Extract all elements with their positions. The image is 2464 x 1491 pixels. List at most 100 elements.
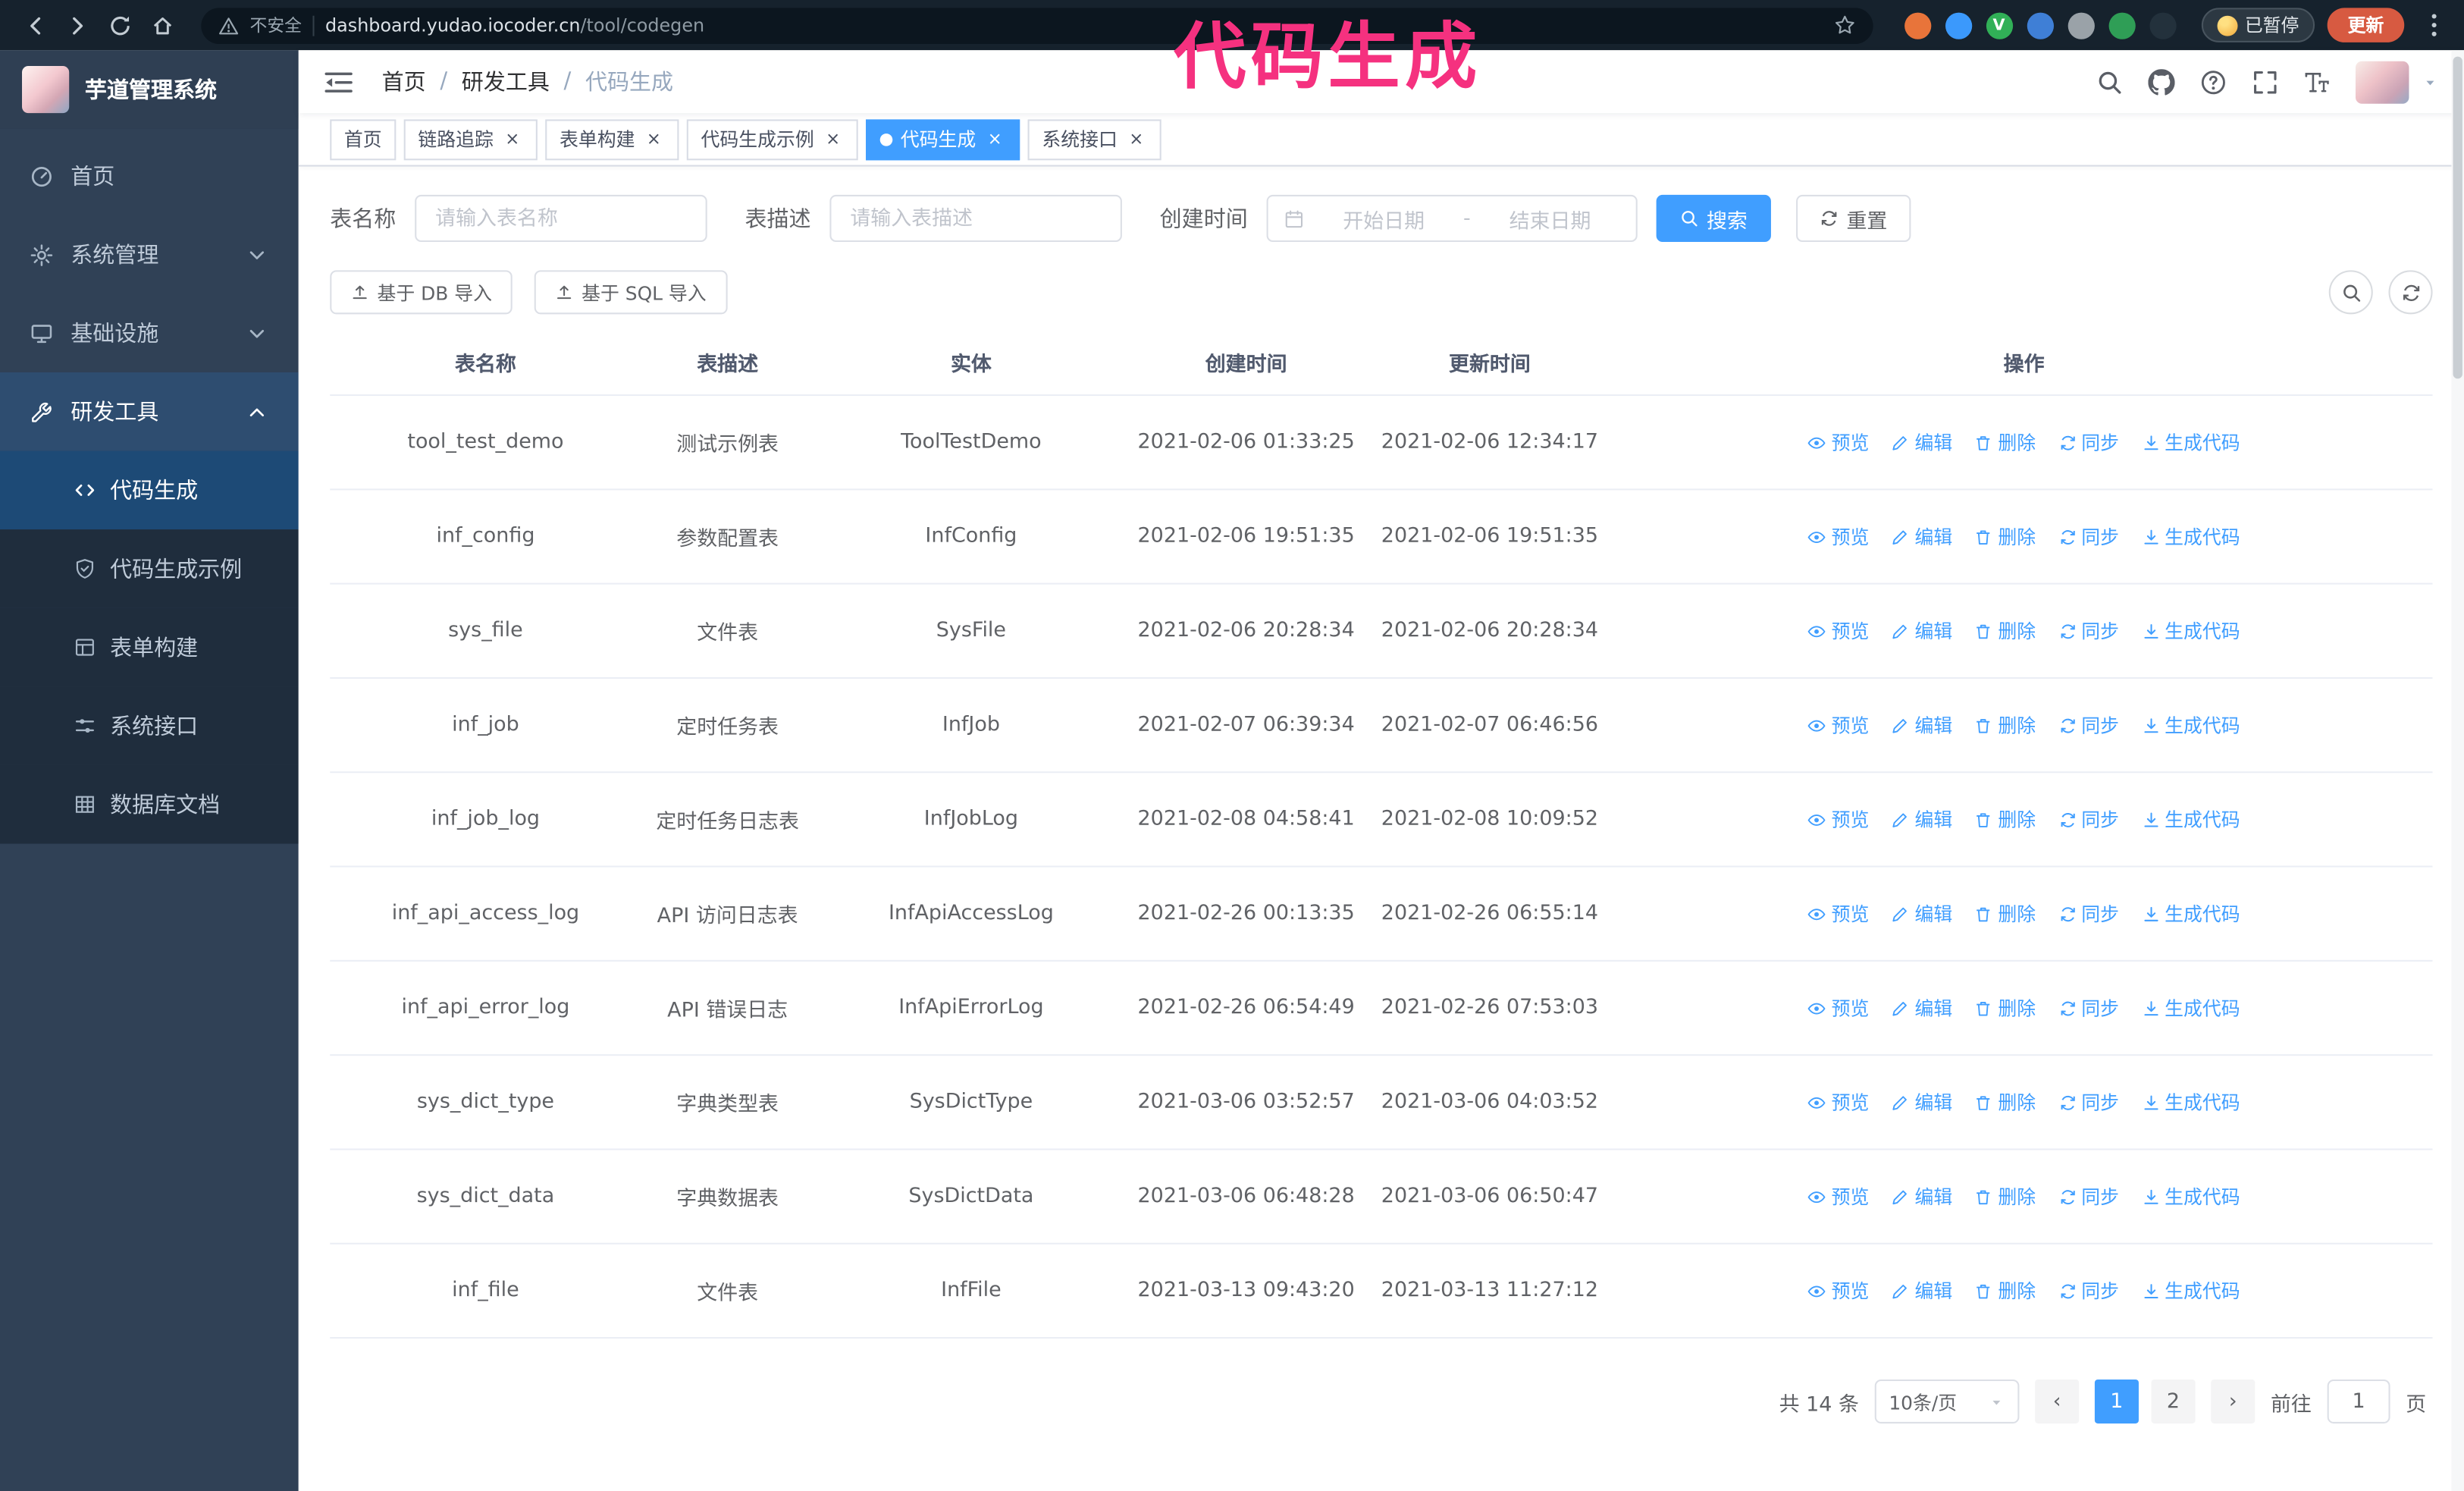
preview-link[interactable]: 预览 — [1808, 711, 1869, 738]
back-button[interactable] — [16, 5, 55, 45]
fox-extension-icon[interactable] — [1904, 11, 1931, 39]
delete-link[interactable]: 删除 — [1974, 994, 2036, 1021]
tab-home[interactable]: 首页 — [330, 118, 397, 160]
goto-page-input[interactable] — [2327, 1379, 2390, 1424]
reload-button[interactable] — [101, 5, 140, 45]
browser-home-button[interactable] — [143, 5, 183, 45]
breadcrumb-item-dev-tools[interactable]: 研发工具 — [462, 66, 550, 97]
prev-page-button[interactable]: ‹ — [2035, 1379, 2080, 1424]
green-v-extension-icon[interactable]: V — [1985, 11, 2013, 39]
edit-link[interactable]: 编辑 — [1891, 429, 1952, 456]
tab-codegen-example[interactable]: 代码生成示例 × — [686, 118, 858, 160]
edit-link[interactable]: 编辑 — [1891, 806, 1952, 833]
delete-link[interactable]: 删除 — [1974, 711, 2036, 738]
tab-form-builder[interactable]: 表单构建 × — [545, 118, 679, 160]
generate-code-link[interactable]: 生成代码 — [2141, 1277, 2240, 1304]
delete-link[interactable]: 删除 — [1974, 429, 2036, 456]
user-avatar[interactable] — [2355, 60, 2409, 103]
preview-link[interactable]: 预览 — [1808, 1183, 1869, 1210]
sync-link[interactable]: 同步 — [2058, 429, 2119, 456]
edit-link[interactable]: 编辑 — [1891, 523, 1952, 550]
edit-link[interactable]: 编辑 — [1891, 617, 1952, 644]
edit-link[interactable]: 编辑 — [1891, 900, 1952, 927]
address-bar[interactable]: 不安全 dashboard.yudao.iocoder.cn/tool/code… — [201, 7, 1873, 43]
update-button[interactable]: 更新 — [2327, 8, 2405, 42]
preview-link[interactable]: 预览 — [1808, 1277, 1869, 1304]
reset-button[interactable]: 重置 — [1796, 194, 1911, 243]
generate-code-link[interactable]: 生成代码 — [2141, 806, 2240, 833]
tab-close-icon[interactable]: × — [643, 128, 665, 150]
sync-link[interactable]: 同步 — [2058, 617, 2119, 644]
sync-link[interactable]: 同步 — [2058, 994, 2119, 1021]
tab-tracer[interactable]: 链路追踪 × — [403, 118, 538, 160]
preview-link[interactable]: 预览 — [1808, 1089, 1869, 1116]
date-range-picker[interactable]: 开始日期 - 结束日期 — [1266, 194, 1638, 243]
generate-code-link[interactable]: 生成代码 — [2141, 994, 2240, 1021]
generate-code-link[interactable]: 生成代码 — [2141, 900, 2240, 927]
tab-close-icon[interactable]: × — [501, 128, 523, 150]
scrollbar-thumb[interactable] — [2453, 56, 2462, 379]
edit-link[interactable]: 编辑 — [1891, 1277, 1952, 1304]
table-desc-input[interactable] — [829, 194, 1122, 243]
toggle-search-button[interactable] — [2328, 270, 2373, 315]
sidebar-subitem-form-builder[interactable]: 表单构建 — [0, 607, 299, 687]
browser-menu-icon[interactable] — [2420, 11, 2448, 39]
delete-link[interactable]: 删除 — [1974, 1089, 2036, 1116]
preview-link[interactable]: 预览 — [1808, 523, 1869, 550]
sidebar-item-system-mgmt[interactable]: 系统管理 — [0, 215, 299, 294]
leaf-extension-icon[interactable] — [2108, 11, 2135, 39]
generate-code-link[interactable]: 生成代码 — [2141, 617, 2240, 644]
paw-extension-icon[interactable] — [2149, 11, 2176, 39]
next-page-button[interactable]: › — [2211, 1379, 2256, 1424]
url-text[interactable]: dashboard.yudao.iocoder.cn/tool/codegen — [325, 14, 704, 36]
fullscreen-icon[interactable] — [2252, 68, 2278, 95]
scrollbar[interactable] — [2451, 50, 2464, 1491]
import-sql-button[interactable]: 基于 SQL 导入 — [534, 270, 727, 315]
sidebar-subitem-codegen-example[interactable]: 代码生成示例 — [0, 529, 299, 608]
page-button-2[interactable]: 2 — [2151, 1379, 2196, 1424]
delete-link[interactable]: 删除 — [1974, 1277, 2036, 1304]
generate-code-link[interactable]: 生成代码 — [2141, 1183, 2240, 1210]
page-button-1[interactable]: 1 — [2094, 1379, 2139, 1424]
search-icon[interactable] — [2096, 68, 2123, 95]
fontsize-icon[interactable] — [2304, 68, 2331, 95]
sidebar-subitem-system-api[interactable]: 系统接口 — [0, 686, 299, 765]
generate-code-link[interactable]: 生成代码 — [2141, 523, 2240, 550]
people-extension-icon[interactable] — [2026, 11, 2053, 39]
sidebar-subitem-codegen[interactable]: 代码生成 — [0, 450, 299, 530]
preview-link[interactable]: 预览 — [1808, 900, 1869, 927]
delete-link[interactable]: 删除 — [1974, 523, 2036, 550]
sync-link[interactable]: 同步 — [2058, 1089, 2119, 1116]
preview-link[interactable]: 预览 — [1808, 994, 1869, 1021]
edit-link[interactable]: 编辑 — [1891, 1183, 1952, 1210]
page-size-select[interactable]: 10条/页 — [1874, 1379, 2020, 1424]
sync-link[interactable]: 同步 — [2058, 900, 2119, 927]
sidebar-item-home[interactable]: 首页 — [0, 137, 299, 215]
preview-link[interactable]: 预览 — [1808, 429, 1869, 456]
hamburger-icon[interactable] — [324, 68, 353, 95]
paused-badge[interactable]: 已暂停 — [2200, 8, 2315, 42]
import-db-button[interactable]: 基于 DB 导入 — [330, 270, 513, 315]
logo[interactable]: 芋道管理系统 — [0, 50, 299, 129]
tab-close-icon[interactable]: × — [984, 128, 1006, 150]
blue-extension-icon[interactable] — [1944, 11, 1972, 39]
delete-link[interactable]: 删除 — [1974, 617, 2036, 644]
generate-code-link[interactable]: 生成代码 — [2141, 429, 2240, 456]
sync-link[interactable]: 同步 — [2058, 1183, 2119, 1210]
edit-link[interactable]: 编辑 — [1891, 994, 1952, 1021]
search-button[interactable]: 搜索 — [1656, 194, 1771, 243]
preview-link[interactable]: 预览 — [1808, 617, 1869, 644]
card-extension-icon[interactable] — [2067, 11, 2094, 39]
edit-link[interactable]: 编辑 — [1891, 711, 1952, 738]
preview-link[interactable]: 预览 — [1808, 806, 1869, 833]
delete-link[interactable]: 删除 — [1974, 806, 2036, 833]
sidebar-item-infrastructure[interactable]: 基础设施 — [0, 293, 299, 372]
sync-link[interactable]: 同步 — [2058, 711, 2119, 738]
tab-close-icon[interactable]: × — [1125, 128, 1147, 150]
forward-button[interactable] — [58, 5, 98, 45]
avatar-caret-icon[interactable] — [2422, 73, 2439, 90]
table-name-input[interactable] — [415, 194, 707, 243]
generate-code-link[interactable]: 生成代码 — [2141, 711, 2240, 738]
edit-link[interactable]: 编辑 — [1891, 1089, 1952, 1116]
sync-link[interactable]: 同步 — [2058, 1277, 2119, 1304]
